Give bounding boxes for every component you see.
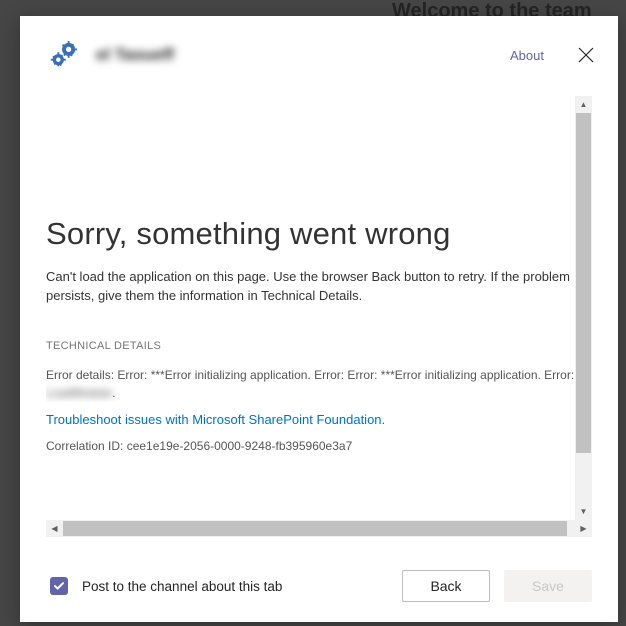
scrollbar-thumb-h[interactable] xyxy=(63,521,567,536)
scroll-right-icon[interactable]: ▶ xyxy=(575,520,592,537)
scroll-up-icon[interactable]: ▲ xyxy=(575,96,592,113)
about-link[interactable]: About xyxy=(510,48,544,63)
scroll-left-icon[interactable]: ◀ xyxy=(46,520,63,537)
content-area: Sorry, something went wrong Can't load t… xyxy=(46,96,592,546)
dialog-header: el Tasueff About xyxy=(20,16,618,78)
horizontal-scrollbar[interactable]: ◀ ▶ xyxy=(46,520,592,537)
error-page: Sorry, something went wrong Can't load t… xyxy=(46,96,575,529)
app-title: el Tasueff xyxy=(96,45,492,65)
save-button: Save xyxy=(504,570,592,602)
tab-config-dialog: el Tasueff About Sorry, something went w… xyxy=(20,16,618,622)
technical-details-heading: TECHNICAL DETAILS xyxy=(46,340,575,352)
back-button[interactable]: Back xyxy=(402,570,490,602)
troubleshoot-link[interactable]: Troubleshoot issues with Microsoft Share… xyxy=(46,412,575,427)
correlation-id: Correlation ID: cee1e19e-2056-0000-9248-… xyxy=(46,439,575,453)
vertical-scrollbar[interactable]: ▲ ▼ xyxy=(575,96,592,520)
post-to-channel-label: Post to the channel about this tab xyxy=(82,579,388,594)
app-gears-icon xyxy=(48,40,78,70)
scroll-down-icon[interactable]: ▼ xyxy=(575,503,592,520)
error-message: Can't load the application on this page.… xyxy=(46,268,575,306)
post-to-channel-checkbox[interactable] xyxy=(50,577,68,595)
background: Welcome to the team el Tasueff About Sor… xyxy=(0,0,626,626)
scrollbar-track-h[interactable] xyxy=(63,520,575,537)
error-heading: Sorry, something went wrong xyxy=(46,216,575,252)
dialog-footer: Post to the channel about this tab Back … xyxy=(20,556,618,622)
close-button[interactable] xyxy=(578,47,594,63)
scrollbar-thumb[interactable] xyxy=(576,113,591,453)
technical-details-text: Error details: Error: ***Error initializ… xyxy=(46,366,575,402)
scrollbar-track[interactable] xyxy=(575,113,592,503)
